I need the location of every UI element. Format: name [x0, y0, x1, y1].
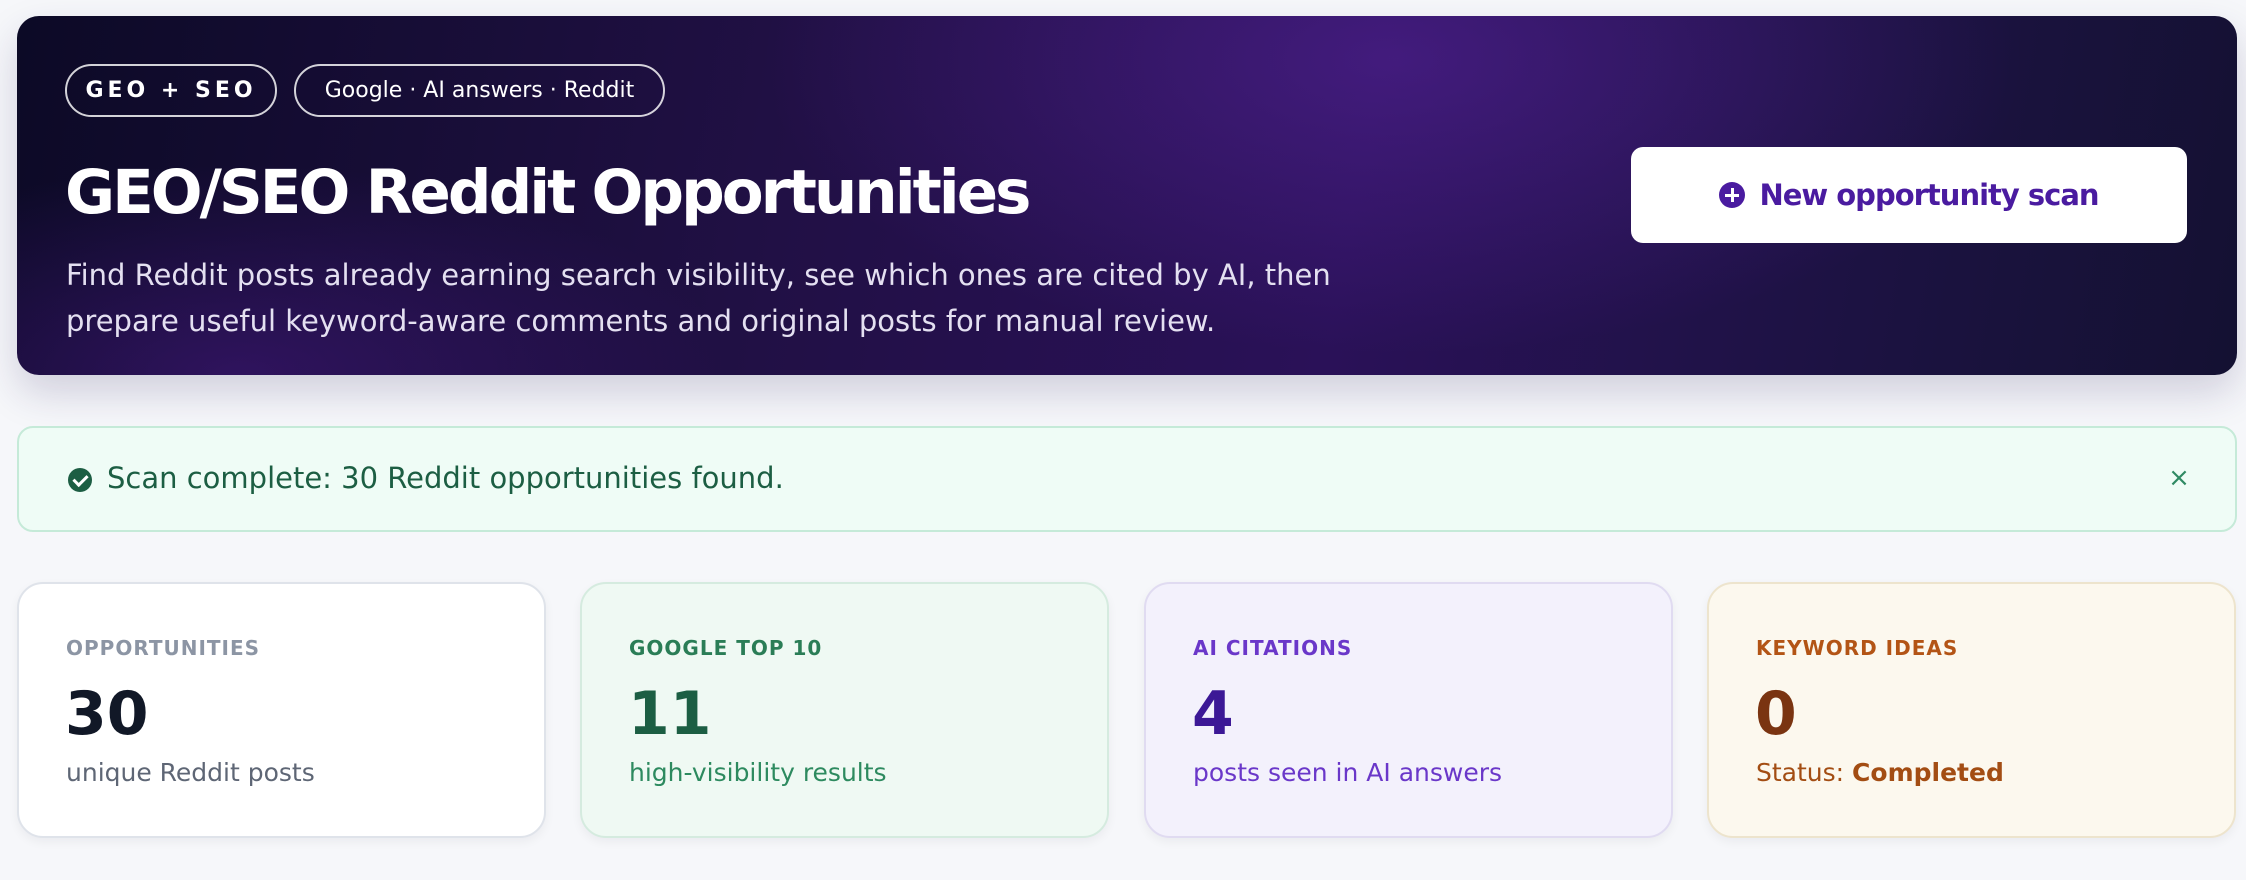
new-opportunity-scan-label: New opportunity scan [1759, 178, 2099, 212]
hero-banner: GEO + SEO Google · AI answers · Reddit G… [17, 16, 2237, 375]
alert-message: Scan complete: 30 Reddit opportunities f… [107, 461, 784, 495]
stat-label: KEYWORD IDEAS [1756, 636, 1959, 660]
close-icon[interactable]: × [2167, 458, 2191, 498]
stat-subtext: high-visibility results [629, 758, 887, 787]
stat-subtext: posts seen in AI answers [1193, 758, 1503, 787]
status-value: Completed [1852, 758, 2004, 787]
check-circle-icon [68, 468, 92, 492]
stat-card-keyword-ideas: KEYWORD IDEAS 0 Status: Completed [1707, 582, 2236, 838]
stat-value: 30 [65, 679, 149, 749]
stat-value: 11 [628, 679, 712, 749]
stat-value: 0 [1755, 679, 1797, 749]
plus-circle-icon [1719, 182, 1746, 208]
new-opportunity-scan-button[interactable]: New opportunity scan [1631, 147, 2187, 243]
scan-complete-alert: Scan complete: 30 Reddit opportunities f… [17, 426, 2237, 532]
stat-subtext: unique Reddit posts [66, 758, 315, 787]
page-title: GEO/SEO Reddit Opportunities [65, 157, 1031, 228]
geo-seo-badge: GEO + SEO [65, 64, 277, 117]
stat-card-opportunities: OPPORTUNITIES 30 unique Reddit posts [17, 582, 546, 838]
stat-card-google-top-10: GOOGLE TOP 10 11 high-visibility results [580, 582, 1109, 838]
stat-card-ai-citations: AI CITATIONS 4 posts seen in AI answers [1144, 582, 1673, 838]
stat-subtext: Status: Completed [1756, 758, 2004, 787]
page-description: Find Reddit posts already earning search… [66, 258, 1331, 338]
stat-value: 4 [1192, 679, 1234, 749]
stat-label: AI CITATIONS [1193, 636, 1353, 660]
stat-label: OPPORTUNITIES [66, 636, 261, 660]
stat-label: GOOGLE TOP 10 [629, 636, 823, 660]
sources-badge: Google · AI answers · Reddit [294, 64, 665, 117]
status-prefix: Status: [1756, 758, 1853, 787]
